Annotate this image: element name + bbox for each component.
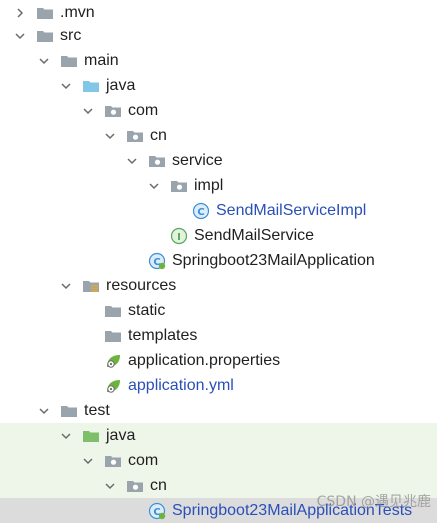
tree-node-label: Springboot23MailApplicationTests — [172, 502, 413, 519]
tree-node-resources[interactable]: resources — [0, 273, 437, 298]
package-icon — [170, 177, 188, 195]
folder-icon — [36, 27, 54, 45]
chevron-down-icon[interactable] — [36, 53, 52, 69]
tree-node-java-main[interactable]: java — [0, 73, 437, 98]
chevron-down-icon[interactable] — [80, 103, 96, 119]
test-class-icon: C — [148, 502, 166, 520]
tree-node-label: application.properties — [128, 352, 281, 369]
package-icon — [126, 477, 144, 495]
tree-node-label: com — [128, 452, 159, 469]
chevron-down-icon[interactable] — [102, 478, 118, 494]
tree-node-label: java — [106, 77, 136, 94]
tree-node-label: test — [84, 402, 110, 419]
tree-node-application-class[interactable]: C Springboot23MailApplication — [0, 248, 437, 273]
tree-node-label: Springboot23MailApplication — [172, 252, 375, 269]
tree-node-send-mail-service[interactable]: I SendMailService — [0, 223, 437, 248]
svg-text:I: I — [177, 232, 181, 243]
tree-node-label: cn — [150, 477, 167, 494]
tree-node-application-properties[interactable]: application.properties — [0, 348, 437, 373]
tree-node-label: .mvn — [60, 4, 95, 21]
folder-icon — [104, 327, 122, 345]
folder-icon — [104, 302, 122, 320]
class-icon: C — [192, 202, 210, 220]
folder-icon — [60, 52, 78, 70]
tree-node-templates[interactable]: templates — [0, 323, 437, 348]
tree-node-send-mail-service-impl[interactable]: C SendMailServiceImpl — [0, 198, 437, 223]
tree-node-com-main[interactable]: com — [0, 98, 437, 123]
resources-folder-icon — [82, 277, 100, 295]
chevron-down-icon[interactable] — [58, 428, 74, 444]
package-icon — [126, 127, 144, 145]
project-tree: .mvn src main java com cn service impl C… — [0, 0, 437, 523]
tree-node-label: resources — [106, 277, 177, 294]
tree-node-label: static — [128, 302, 166, 319]
chevron-down-icon[interactable] — [102, 128, 118, 144]
chevron-down-icon[interactable] — [80, 453, 96, 469]
tree-node-label: com — [128, 102, 159, 119]
interface-icon: I — [170, 227, 188, 245]
tree-node-label: java — [106, 427, 136, 444]
chevron-down-icon[interactable] — [58, 278, 74, 294]
chevron-down-icon[interactable] — [12, 28, 28, 44]
tree-node-label: main — [84, 52, 119, 69]
chevron-down-icon[interactable] — [36, 403, 52, 419]
chevron-right-icon[interactable] — [12, 5, 28, 21]
tree-node-test[interactable]: test — [0, 398, 437, 423]
tree-node-application-tests[interactable]: C Springboot23MailApplicationTests — [0, 498, 437, 523]
tree-node-cn-test[interactable]: cn — [0, 473, 437, 498]
chevron-down-icon[interactable] — [58, 78, 74, 94]
package-icon — [148, 152, 166, 170]
tree-node-cn-main[interactable]: cn — [0, 123, 437, 148]
spring-class-icon: C — [148, 252, 166, 270]
package-icon — [104, 102, 122, 120]
package-icon — [104, 452, 122, 470]
spring-config-icon — [104, 377, 122, 395]
spring-config-icon — [104, 352, 122, 370]
tree-node-label: application.yml — [128, 377, 234, 394]
tree-node-label: src — [60, 27, 82, 44]
tree-node-static[interactable]: static — [0, 298, 437, 323]
tree-node-mvn[interactable]: .mvn — [0, 0, 437, 25]
chevron-down-icon[interactable] — [146, 178, 162, 194]
tree-node-java-test[interactable]: java — [0, 423, 437, 448]
tree-node-main[interactable]: main — [0, 48, 437, 73]
folder-icon — [60, 402, 78, 420]
tree-node-application-yml[interactable]: application.yml — [0, 373, 437, 398]
test-source-folder-icon — [82, 427, 100, 445]
tree-node-com-test[interactable]: com — [0, 448, 437, 473]
tree-node-impl[interactable]: impl — [0, 173, 437, 198]
tree-node-service[interactable]: service — [0, 148, 437, 173]
tree-node-src[interactable]: src — [0, 23, 437, 48]
source-folder-icon — [82, 77, 100, 95]
svg-text:C: C — [197, 207, 204, 218]
tree-node-label: service — [172, 152, 223, 169]
tree-node-label: cn — [150, 127, 167, 144]
tree-node-label: SendMailService — [194, 227, 315, 244]
tree-node-label: templates — [128, 327, 198, 344]
folder-icon — [36, 4, 54, 22]
chevron-down-icon[interactable] — [124, 153, 140, 169]
tree-node-label: impl — [194, 177, 224, 194]
tree-node-label: SendMailServiceImpl — [216, 202, 367, 219]
